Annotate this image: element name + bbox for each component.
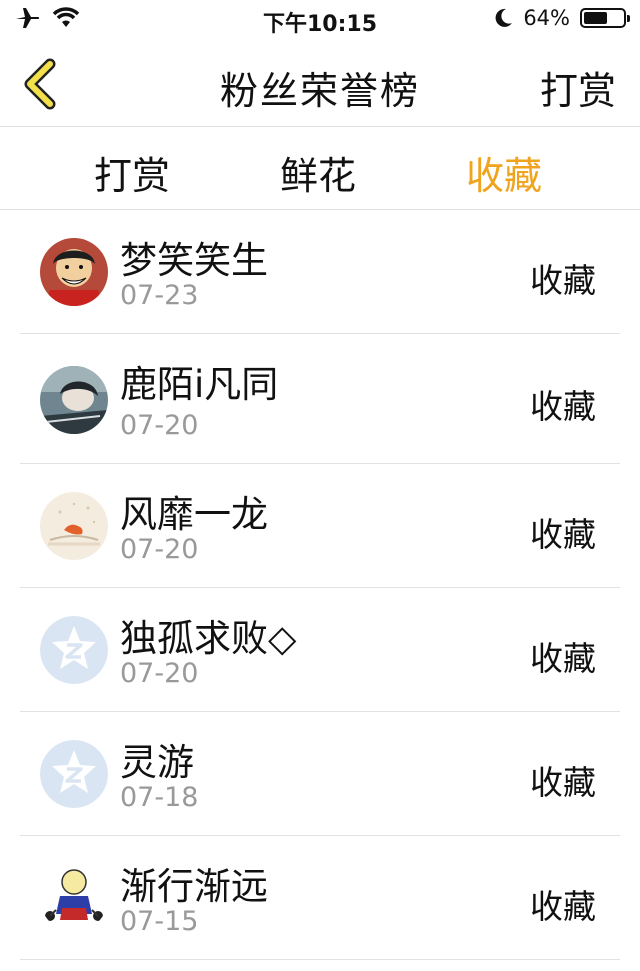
battery-icon [580, 8, 630, 28]
battery-fill [584, 12, 607, 24]
item-action: 收藏 [530, 763, 596, 802]
item-action: 收藏 [530, 261, 596, 300]
item-action: 收藏 [530, 387, 596, 426]
user-name: 灵游 [120, 741, 194, 784]
tab-flowers[interactable]: 鲜花 [280, 145, 356, 200]
list-item[interactable]: 渐行渐远 07-15 收藏 [0, 836, 640, 960]
user-name: 鹿陌i凡同 [120, 363, 279, 406]
fan-list: 梦笑笑生 07-23 收藏 鹿陌i凡同 07-20 收藏 风靡一龙 07-20 … [0, 210, 640, 960]
default-z-avatar[interactable] [40, 616, 108, 684]
list-item[interactable]: 独孤求败◇ 07-20 收藏 [0, 588, 640, 712]
item-date: 07-23 [120, 280, 199, 311]
reward-button[interactable]: 打赏 [540, 60, 616, 115]
moon-icon [495, 8, 513, 27]
nav-bar: 粉丝荣誉榜 打赏 [0, 40, 640, 127]
item-date: 07-20 [120, 658, 199, 689]
photo-avatar[interactable] [40, 366, 108, 434]
anime-boy-avatar[interactable] [40, 238, 108, 306]
tab-reward[interactable]: 打赏 [94, 145, 170, 200]
default-z-avatar[interactable] [40, 740, 108, 808]
item-date: 07-18 [120, 782, 199, 813]
item-action: 收藏 [530, 639, 596, 678]
cartoon-avatar[interactable] [40, 864, 108, 932]
item-action: 收藏 [530, 515, 596, 554]
list-item[interactable]: 灵游 07-18 收藏 [0, 712, 640, 836]
user-name: 独孤求败◇ [120, 617, 297, 660]
user-name: 梦笑笑生 [120, 239, 268, 282]
item-date: 07-20 [120, 410, 199, 441]
user-name: 渐行渐远 [120, 865, 268, 908]
battery-percent: 64% [523, 6, 570, 30]
tab-bar: 打赏 鲜花 收藏 [0, 127, 640, 210]
list-item[interactable]: 梦笑笑生 07-23 收藏 [0, 210, 640, 334]
tab-favorites[interactable]: 收藏 [466, 145, 542, 200]
status-right: 64% [495, 6, 630, 30]
item-date: 07-15 [120, 906, 199, 937]
status-bar: 下午10:15 64% [0, 0, 640, 40]
list-item[interactable]: 鹿陌i凡同 07-20 收藏 [0, 334, 640, 464]
item-date: 07-20 [120, 534, 199, 565]
illustration-avatar[interactable] [40, 492, 108, 560]
list-item[interactable]: 风靡一龙 07-20 收藏 [0, 464, 640, 588]
user-name: 风靡一龙 [120, 493, 268, 536]
item-action: 收藏 [530, 887, 596, 926]
